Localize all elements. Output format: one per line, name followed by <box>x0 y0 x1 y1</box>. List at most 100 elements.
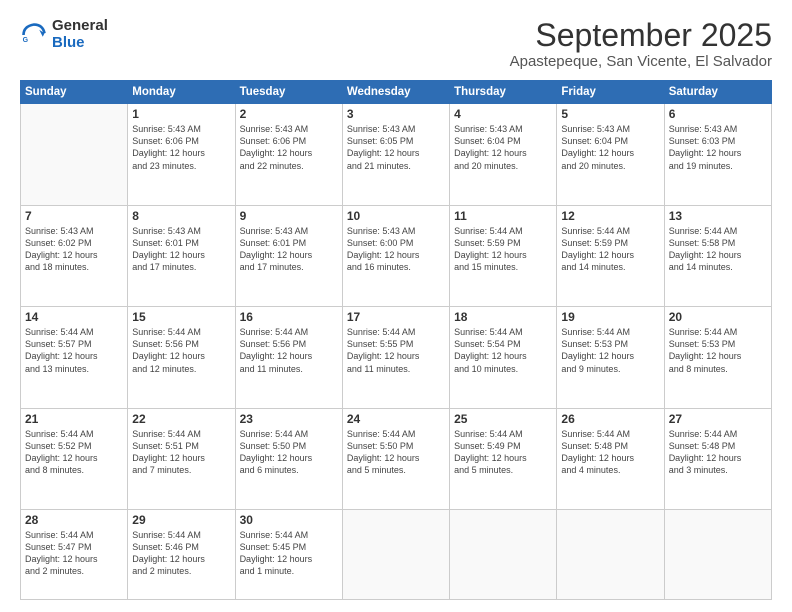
cell-info: Sunrise: 5:44 AM Sunset: 5:59 PM Dayligh… <box>454 225 552 274</box>
day-number: 17 <box>347 310 445 324</box>
cell-info: Sunrise: 5:43 AM Sunset: 6:04 PM Dayligh… <box>561 123 659 172</box>
calendar-cell: 21 Sunrise: 5:44 AM Sunset: 5:52 PM Dayli… <box>21 408 128 509</box>
cell-info: Sunrise: 5:43 AM Sunset: 6:01 PM Dayligh… <box>240 225 338 274</box>
day-number: 2 <box>240 107 338 121</box>
cell-info: Sunrise: 5:44 AM Sunset: 5:53 PM Dayligh… <box>669 326 767 375</box>
cell-info: Sunrise: 5:43 AM Sunset: 6:03 PM Dayligh… <box>669 123 767 172</box>
logo-blue: Blue <box>52 35 108 52</box>
calendar-cell: 26 Sunrise: 5:44 AM Sunset: 5:48 PM Dayli… <box>557 408 664 509</box>
day-number: 11 <box>454 209 552 223</box>
logo-general: General <box>52 18 108 35</box>
day-header-sunday: Sunday <box>21 81 128 104</box>
calendar-cell: 15Sunrise: 5:44 AM Sunset: 5:56 PM Dayli… <box>128 307 235 408</box>
day-number: 6 <box>669 107 767 121</box>
calendar-cell: 11 Sunrise: 5:44 AM Sunset: 5:59 PM Dayli… <box>450 205 557 306</box>
day-number: 13 <box>669 209 767 223</box>
day-number: 3 <box>347 107 445 121</box>
cell-info: Sunrise: 5:43 AM Sunset: 6:01 PM Dayligh… <box>132 225 230 274</box>
day-number: 24 <box>347 412 445 426</box>
calendar-cell: 6 Sunrise: 5:43 AM Sunset: 6:03 PM Daylig… <box>664 104 771 205</box>
calendar-cell: 24 Sunrise: 5:44 AM Sunset: 5:50 PM Dayli… <box>342 408 449 509</box>
day-number: 9 <box>240 209 338 223</box>
calendar-cell: 1Sunrise: 5:43 AM Sunset: 6:06 PM Daylig… <box>128 104 235 205</box>
calendar-week-row: 21 Sunrise: 5:44 AM Sunset: 5:52 PM Dayli… <box>21 408 772 509</box>
day-header-monday: Monday <box>128 81 235 104</box>
cell-info: Sunrise: 5:43 AM Sunset: 6:06 PM Dayligh… <box>240 123 338 172</box>
day-number: 7 <box>25 209 123 223</box>
day-number: 16 <box>240 310 338 324</box>
location-title: Apastepeque, San Vicente, El Salvador <box>510 53 772 70</box>
logo-icon: G <box>20 21 48 49</box>
day-header-saturday: Saturday <box>664 81 771 104</box>
cell-info: Sunrise: 5:44 AM Sunset: 5:50 PM Dayligh… <box>240 428 338 477</box>
day-number: 14 <box>25 310 123 324</box>
cell-info: Sunrise: 5:43 AM Sunset: 6:04 PM Dayligh… <box>454 123 552 172</box>
cell-info: Sunrise: 5:44 AM Sunset: 5:53 PM Dayligh… <box>561 326 659 375</box>
day-number: 25 <box>454 412 552 426</box>
day-number: 28 <box>25 513 123 527</box>
cell-info: Sunrise: 5:43 AM Sunset: 6:00 PM Dayligh… <box>347 225 445 274</box>
calendar-cell: 18Sunrise: 5:44 AM Sunset: 5:54 PM Dayli… <box>450 307 557 408</box>
logo: G General Blue <box>20 18 108 51</box>
calendar-cell: 14 Sunrise: 5:44 AM Sunset: 5:57 PM Dayli… <box>21 307 128 408</box>
cell-info: Sunrise: 5:44 AM Sunset: 5:55 PM Dayligh… <box>347 326 445 375</box>
calendar-cell: 10Sunrise: 5:43 AM Sunset: 6:00 PM Dayli… <box>342 205 449 306</box>
day-number: 29 <box>132 513 230 527</box>
cell-info: Sunrise: 5:44 AM Sunset: 5:52 PM Dayligh… <box>25 428 123 477</box>
calendar-cell: 28 Sunrise: 5:44 AM Sunset: 5:47 PM Dayli… <box>21 510 128 600</box>
cell-info: Sunrise: 5:43 AM Sunset: 6:06 PM Dayligh… <box>132 123 230 172</box>
cell-info: Sunrise: 5:44 AM Sunset: 5:46 PM Dayligh… <box>132 529 230 578</box>
day-number: 18 <box>454 310 552 324</box>
calendar-cell: 30 Sunrise: 5:44 AM Sunset: 5:45 PM Dayli… <box>235 510 342 600</box>
calendar-cell: 23 Sunrise: 5:44 AM Sunset: 5:50 PM Dayli… <box>235 408 342 509</box>
day-header-friday: Friday <box>557 81 664 104</box>
day-number: 19 <box>561 310 659 324</box>
day-number: 5 <box>561 107 659 121</box>
calendar-cell: 4 Sunrise: 5:43 AM Sunset: 6:04 PM Daylig… <box>450 104 557 205</box>
calendar-cell <box>450 510 557 600</box>
calendar-cell: 20 Sunrise: 5:44 AM Sunset: 5:53 PM Dayli… <box>664 307 771 408</box>
cell-info: Sunrise: 5:44 AM Sunset: 5:48 PM Dayligh… <box>669 428 767 477</box>
day-number: 27 <box>669 412 767 426</box>
cell-info: Sunrise: 5:44 AM Sunset: 5:50 PM Dayligh… <box>347 428 445 477</box>
calendar-cell: 25 Sunrise: 5:44 AM Sunset: 5:49 PM Dayli… <box>450 408 557 509</box>
day-number: 20 <box>669 310 767 324</box>
day-number: 26 <box>561 412 659 426</box>
calendar-week-row: 28 Sunrise: 5:44 AM Sunset: 5:47 PM Dayli… <box>21 510 772 600</box>
calendar-cell <box>342 510 449 600</box>
day-number: 4 <box>454 107 552 121</box>
cell-info: Sunrise: 5:44 AM Sunset: 5:45 PM Dayligh… <box>240 529 338 578</box>
calendar-cell: 16 Sunrise: 5:44 AM Sunset: 5:56 PM Dayli… <box>235 307 342 408</box>
day-number: 23 <box>240 412 338 426</box>
calendar-week-row: 1Sunrise: 5:43 AM Sunset: 6:06 PM Daylig… <box>21 104 772 205</box>
calendar-cell: 2 Sunrise: 5:43 AM Sunset: 6:06 PM Daylig… <box>235 104 342 205</box>
calendar-table: SundayMondayTuesdayWednesdayThursdayFrid… <box>20 80 772 600</box>
page: G General Blue September 2025 Apastepequ… <box>0 0 792 612</box>
calendar-cell: 22Sunrise: 5:44 AM Sunset: 5:51 PM Dayli… <box>128 408 235 509</box>
cell-info: Sunrise: 5:44 AM Sunset: 5:47 PM Dayligh… <box>25 529 123 578</box>
calendar-week-row: 7Sunrise: 5:43 AM Sunset: 6:02 PM Daylig… <box>21 205 772 306</box>
day-number: 21 <box>25 412 123 426</box>
cell-info: Sunrise: 5:44 AM Sunset: 5:48 PM Dayligh… <box>561 428 659 477</box>
cell-info: Sunrise: 5:43 AM Sunset: 6:05 PM Dayligh… <box>347 123 445 172</box>
day-number: 12 <box>561 209 659 223</box>
svg-text:G: G <box>23 37 29 44</box>
calendar-cell: 5 Sunrise: 5:43 AM Sunset: 6:04 PM Daylig… <box>557 104 664 205</box>
title-block: September 2025 Apastepeque, San Vicente,… <box>510 18 772 70</box>
cell-info: Sunrise: 5:44 AM Sunset: 5:58 PM Dayligh… <box>669 225 767 274</box>
calendar-cell: 17 Sunrise: 5:44 AM Sunset: 5:55 PM Dayli… <box>342 307 449 408</box>
day-header-wednesday: Wednesday <box>342 81 449 104</box>
day-number: 8 <box>132 209 230 223</box>
cell-info: Sunrise: 5:44 AM Sunset: 5:49 PM Dayligh… <box>454 428 552 477</box>
cell-info: Sunrise: 5:44 AM Sunset: 5:56 PM Dayligh… <box>132 326 230 375</box>
calendar-cell: 12Sunrise: 5:44 AM Sunset: 5:59 PM Dayli… <box>557 205 664 306</box>
cell-info: Sunrise: 5:44 AM Sunset: 5:57 PM Dayligh… <box>25 326 123 375</box>
day-number: 22 <box>132 412 230 426</box>
cell-info: Sunrise: 5:44 AM Sunset: 5:56 PM Dayligh… <box>240 326 338 375</box>
calendar-cell: 13 Sunrise: 5:44 AM Sunset: 5:58 PM Dayli… <box>664 205 771 306</box>
calendar-cell: 8 Sunrise: 5:43 AM Sunset: 6:01 PM Daylig… <box>128 205 235 306</box>
day-number: 30 <box>240 513 338 527</box>
calendar-cell: 7Sunrise: 5:43 AM Sunset: 6:02 PM Daylig… <box>21 205 128 306</box>
calendar-cell: 29 Sunrise: 5:44 AM Sunset: 5:46 PM Dayli… <box>128 510 235 600</box>
calendar-cell: 9 Sunrise: 5:43 AM Sunset: 6:01 PM Daylig… <box>235 205 342 306</box>
